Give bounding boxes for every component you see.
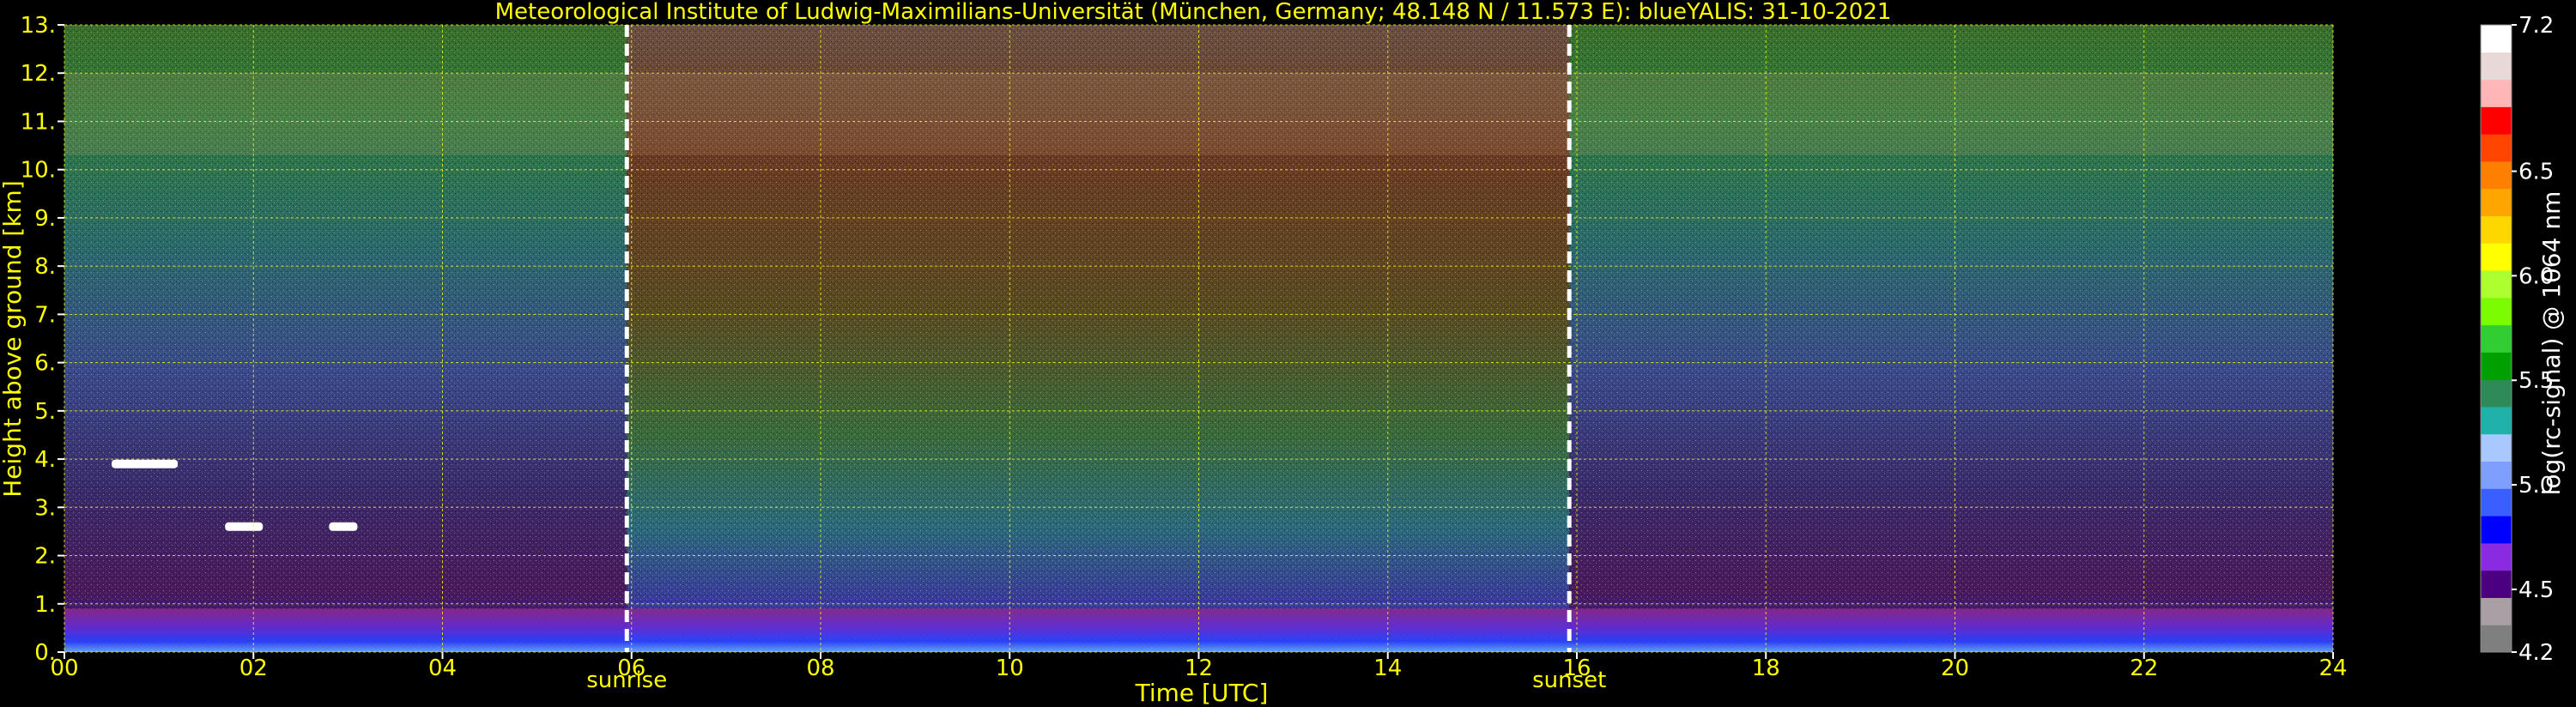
y-tick-label: 7.: [34, 302, 56, 328]
x-tick-label: 06: [617, 656, 646, 681]
y-axis-label: Height above ground [km]: [0, 180, 27, 498]
x-tick-label: 02: [239, 656, 268, 681]
colorbar-tick-label: 7.2: [2518, 13, 2554, 39]
colorbar-segment: [2481, 188, 2512, 216]
x-axis-label: Time [UTC]: [1135, 679, 1269, 707]
x-tick-label: 24: [2318, 656, 2347, 681]
y-tick-label: 11.: [21, 109, 56, 135]
colorbar-tick-label: 4.5: [2518, 577, 2554, 603]
x-tick-label: 14: [1373, 656, 1402, 681]
x-tick-label: 12: [1185, 656, 1213, 681]
colorbar-segment: [2481, 433, 2512, 462]
x-tick-label: 18: [1752, 656, 1780, 681]
y-tick-label: 2.: [34, 544, 56, 570]
colorbar-tick-label: 4.2: [2518, 640, 2554, 666]
y-tick-label: 9.: [34, 206, 56, 232]
colorbar-segment: [2481, 542, 2512, 571]
x-tick-label: 20: [1941, 656, 1969, 681]
colorbar-segment: [2481, 106, 2512, 135]
low-cloud: [329, 522, 358, 531]
low-cloud: [112, 459, 179, 468]
y-tick-label: 13.: [21, 13, 56, 39]
y-tick-label: 4.: [34, 447, 56, 473]
colorbar-segment: [2481, 406, 2512, 435]
x-tick-label: 08: [806, 656, 834, 681]
colorbar-segment: [2481, 597, 2512, 625]
colorbar-segment: [2481, 324, 2512, 353]
y-tick-label: 0.: [34, 640, 56, 666]
y-tick-label: 1.: [34, 592, 56, 618]
x-tick-label: 10: [996, 656, 1024, 681]
y-axis: 0. 1. 2. 3. 4. 5. 6. 7. 8. 9. 10. 11. 12. 13.: [21, 13, 64, 666]
colorbar-segment: [2481, 516, 2512, 544]
y-tick-label: 3.: [34, 495, 56, 521]
lidar-quicklook-chart: sunrise sunset 00 02 04 06 08 10 12 14 16 18 20 22 24…: [0, 0, 2566, 707]
x-tick-label: 04: [428, 656, 457, 681]
colorbar-segment: [2481, 570, 2512, 598]
colorbar-segment: [2481, 352, 2512, 380]
colorbar-segment: [2481, 488, 2512, 517]
y-tick-label: 8.: [34, 254, 56, 280]
x-axis: 00 02 04 06 08 10 12 14 16 18 20 22 24: [50, 652, 2348, 681]
colorbar-label: log(rc-signal) @ 1064 nm: [2537, 191, 2566, 496]
chart-title: Meteorological Institute of Ludwig-Maxim…: [495, 0, 1892, 25]
colorbar-segment: [2481, 134, 2512, 162]
colorbar-segment: [2481, 625, 2512, 653]
y-tick-label: 6.: [34, 351, 56, 377]
colorbar-segment: [2481, 379, 2512, 408]
x-tick-label: 22: [2130, 656, 2158, 681]
colorbar-tick-label: 6.5: [2518, 160, 2554, 185]
y-tick-label: 10.: [21, 158, 56, 184]
colorbar-segment: [2481, 215, 2512, 244]
colorbar-segment: [2481, 270, 2512, 299]
colorbar-segment: [2481, 461, 2512, 489]
colorbar-segment: [2481, 160, 2512, 190]
colorbar-segment: [2481, 25, 2512, 53]
colorbar-segment: [2481, 79, 2512, 107]
boundary-layer: [64, 608, 2333, 652]
colorbar-segment: [2481, 243, 2512, 271]
colorbar-segment: [2481, 51, 2512, 81]
colorbar-segment: [2481, 297, 2512, 326]
low-cloud: [225, 522, 264, 531]
y-tick-label: 5.: [34, 399, 56, 425]
x-tick-label: 16: [1562, 656, 1591, 681]
y-tick-label: 12.: [21, 61, 56, 87]
